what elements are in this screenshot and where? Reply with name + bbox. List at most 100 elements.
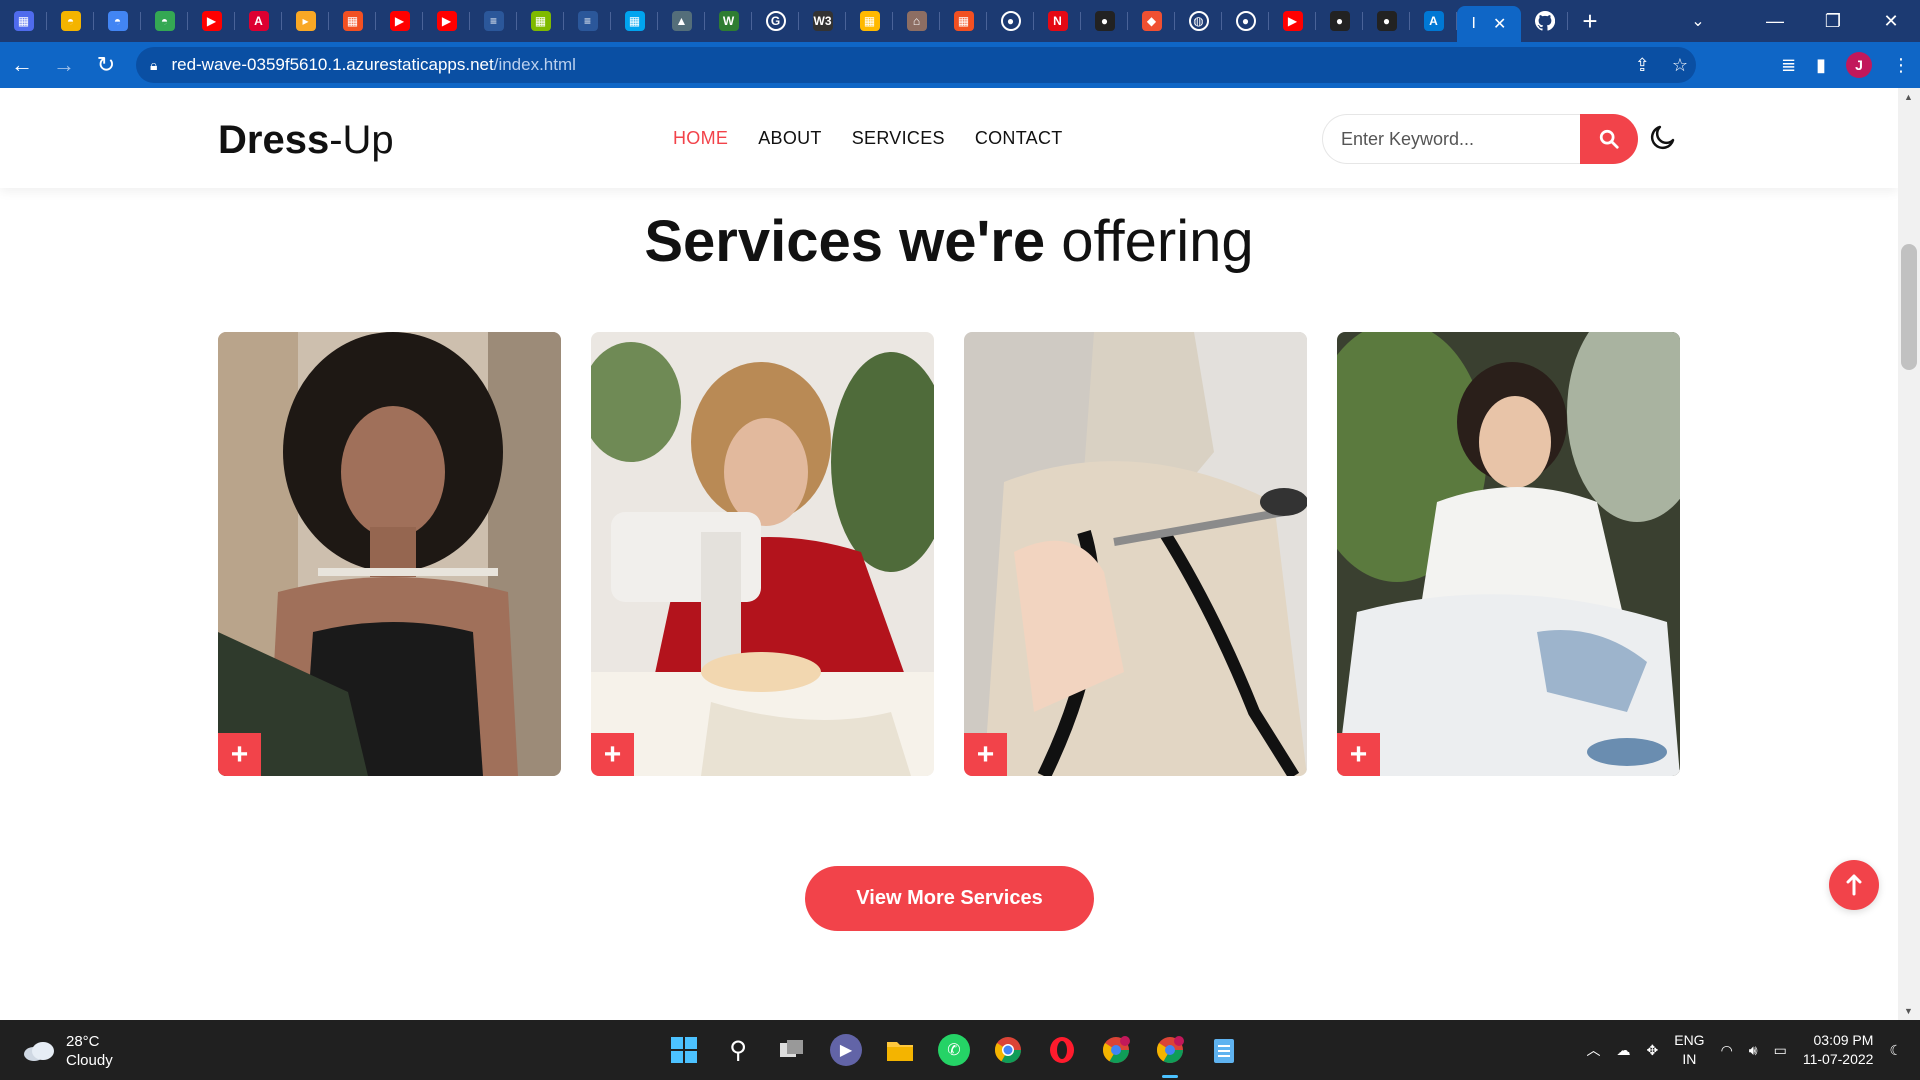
close-tab-icon[interactable]: ✕ [1493,14,1506,34]
battery-icon[interactable]: ▭ [1774,1042,1787,1059]
tab[interactable]: ▸ [282,0,329,42]
expand-plus-button[interactable]: + [218,733,261,776]
tab[interactable]: ◍ [1175,0,1222,42]
expand-plus-button[interactable]: + [1337,733,1380,776]
tab[interactable]: ▦ [0,0,47,42]
language-indicator[interactable]: ENG IN [1674,1031,1704,1069]
tab[interactable]: ≡ [564,0,611,42]
close-window-icon[interactable]: ✕ [1862,0,1920,42]
whatsapp-icon[interactable]: ✆ [938,1034,970,1066]
wifi-icon[interactable]: ◠ [1721,1042,1733,1059]
view-more-services-button[interactable]: View More Services [805,866,1094,931]
active-tab-title: I [1471,15,1476,32]
mountain-icon: ▲ [671,11,692,31]
page-scrollbar[interactable]: ▲ ▼ [1898,88,1920,1020]
tab[interactable]: ▦ [611,0,658,42]
notification-icon[interactable]: ☾ [1889,1042,1902,1059]
tab[interactable]: ⌂ [893,0,940,42]
tab[interactable]: ▶ [376,0,423,42]
opera-icon[interactable] [1046,1034,1078,1066]
tab[interactable]: ≡ [470,0,517,42]
profile-avatar[interactable]: J [1846,52,1872,78]
tab[interactable]: ● [1316,0,1363,42]
service-card-sewing[interactable]: + [591,332,934,776]
notepad-icon[interactable] [1208,1034,1240,1066]
service-card-handstitching[interactable]: + [1337,332,1680,776]
search-input[interactable] [1322,114,1580,164]
task-view-icon[interactable] [776,1034,808,1066]
github-icon: ● [1376,11,1397,31]
tab[interactable]: ● [987,0,1034,42]
tab[interactable]: W3 [799,0,846,42]
tab[interactable]: G [752,0,799,42]
weather-widget[interactable]: 28°C Cloudy [22,1032,113,1070]
chrome-icon[interactable] [992,1034,1024,1066]
site-logo[interactable]: Dress-Up [218,118,394,163]
address-bar[interactable]: 🔒︎ red-wave-0359f5610.1.azurestaticapps.… [136,47,1696,83]
search-button[interactable] [1580,114,1638,164]
service-card-tailoring[interactable]: + [964,332,1307,776]
restore-icon[interactable]: ❐ [1804,0,1862,42]
weather-condition: Cloudy [66,1052,113,1069]
heading-light: offering [1061,209,1254,274]
nav-services[interactable]: SERVICES [852,128,945,149]
tab[interactable]: ▦ [940,0,987,42]
reading-list-icon[interactable]: ≣ [1781,55,1796,76]
app-tray-icon[interactable]: ✥ [1647,1042,1659,1059]
tab[interactable]: N [1034,0,1081,42]
minimize-icon[interactable]: — [1746,0,1804,42]
expand-plus-button[interactable]: + [964,733,1007,776]
tab[interactable]: ▶ [423,0,470,42]
new-tab-button[interactable]: + [1568,0,1612,42]
nav-contact[interactable]: CONTACT [975,128,1063,149]
tab[interactable]: ◆ [1128,0,1175,42]
show-hidden-icons-icon[interactable]: ︿ [1587,1040,1601,1060]
tab[interactable]: ▶ [1269,0,1316,42]
tab[interactable]: ◓ [47,0,94,42]
chrome-active-icon[interactable] [1154,1034,1186,1078]
active-tab[interactable]: I ✕ [1457,6,1521,42]
expand-plus-button[interactable]: + [591,733,634,776]
search-icon[interactable]: ⚲ [722,1034,754,1066]
github-icon: ● [1329,11,1350,31]
back-icon[interactable]: ← [2,45,42,85]
tab[interactable]: W [705,0,752,42]
menu-icon[interactable]: ⋮ [1892,55,1910,76]
forward-icon[interactable]: → [44,45,84,85]
clock[interactable]: 03:09 PM 11-07-2022 [1803,1031,1874,1069]
tab[interactable]: ▦ [846,0,893,42]
service-card-measuring[interactable]: + [218,332,561,776]
side-panel-icon[interactable]: ▮ [1816,55,1826,76]
tab[interactable]: ▶ [188,0,235,42]
scroll-down-icon[interactable]: ▼ [1904,1006,1913,1016]
nav-home[interactable]: HOME [673,128,728,149]
tab[interactable]: A [1410,0,1457,42]
onedrive-icon[interactable]: ☁ [1617,1042,1631,1059]
tab[interactable] [1521,0,1568,42]
volume-icon[interactable]: 🔊︎ [1749,1042,1758,1059]
bookmark-star-icon[interactable]: ☆ [1672,55,1688,76]
dark-mode-moon-icon[interactable] [1648,122,1678,152]
reload-icon[interactable]: ↻ [86,45,126,85]
tab[interactable]: ● [1363,0,1410,42]
window-controls: — ❐ ✕ [1746,0,1920,42]
share-icon[interactable]: ⇪ [1635,55,1650,76]
tab-search-icon[interactable]: ⌄ [1676,0,1720,42]
file-explorer-icon[interactable] [884,1034,916,1066]
tab[interactable]: ● [1222,0,1269,42]
tab[interactable]: ▦ [517,0,564,42]
scroll-to-top-button[interactable] [1829,860,1879,910]
tab[interactable]: ◓ [141,0,188,42]
chrome-profile-icon[interactable] [1100,1034,1132,1066]
scrollbar-thumb[interactable] [1901,244,1917,370]
windows-start-icon[interactable] [668,1034,700,1066]
tab[interactable]: ▦ [329,0,376,42]
scroll-up-icon[interactable]: ▲ [1904,92,1913,102]
nav-about[interactable]: ABOUT [758,128,822,149]
tab[interactable]: ▲ [658,0,705,42]
tab[interactable]: ◓ [94,0,141,42]
lock-icon[interactable]: 🔒︎ [150,57,157,74]
teams-chat-icon[interactable]: ▶ [830,1034,862,1066]
tab[interactable]: A [235,0,282,42]
tab[interactable]: ● [1081,0,1128,42]
